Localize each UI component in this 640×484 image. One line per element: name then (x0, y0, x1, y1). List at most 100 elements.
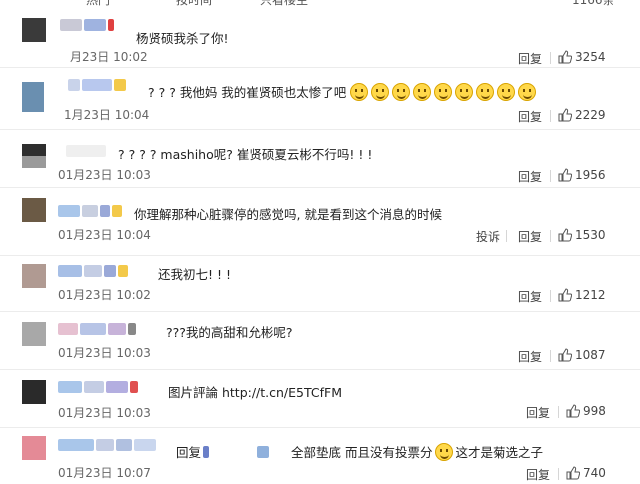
divider (550, 52, 551, 64)
like-count: 1956 (575, 168, 606, 182)
comment-time: 月23日 10:02 (70, 50, 148, 64)
smile-emoji-icon (455, 82, 474, 101)
comment-time: 01月23日 10:07 (58, 466, 151, 480)
mention-blur (257, 445, 270, 458)
reply-prefix: 回复 (176, 445, 202, 460)
divider (558, 406, 559, 418)
smile-emoji-icon (371, 82, 390, 101)
avatar[interactable] (22, 18, 46, 42)
comment-item: ? ? ? 我他妈 我的崔贤硕也太惨了吧 1月23日 10:04 回复 2229 (0, 68, 640, 130)
comment-text-tail: 这才是菊选之子 (455, 445, 544, 460)
username[interactable] (68, 78, 126, 92)
avatar[interactable] (22, 264, 46, 288)
smile-emoji-icon (476, 82, 495, 101)
smile-emoji-icon (413, 82, 432, 101)
divider (558, 468, 559, 480)
like-count: 3254 (575, 50, 606, 64)
comment-tabs: 热门 按时间 只看楼主 1166条 (0, 0, 640, 8)
like-count: 998 (583, 404, 606, 418)
thumbs-up-icon (558, 288, 572, 302)
reply-button[interactable]: 回复 (518, 168, 542, 185)
username[interactable] (66, 144, 106, 158)
like-button[interactable]: 1212 (558, 288, 606, 302)
comment-time: 1月23日 10:04 (64, 108, 150, 122)
avatar[interactable] (22, 144, 46, 168)
thumbs-up-icon (558, 348, 572, 362)
comment-item: 杨贤硕我杀了你! 月23日 10:02 回复 3254 (0, 8, 640, 68)
comment-item: 还我初七! ! ! 01月23日 10:02 回复 1212 (0, 256, 640, 312)
thumbs-up-icon (558, 168, 572, 182)
comment-text-body: ? ? ? 我他妈 我的崔贤硕也太惨了吧 (148, 85, 347, 100)
reply-button[interactable]: 回复 (518, 228, 542, 245)
comment-time: 01月23日 10:03 (58, 406, 151, 420)
reply-button[interactable]: 回复 (518, 348, 542, 365)
username[interactable] (58, 204, 122, 218)
comment-count: 1166条 (572, 0, 615, 7)
like-button[interactable]: 3254 (558, 50, 606, 64)
divider (550, 290, 551, 302)
reply-button[interactable]: 回复 (518, 108, 542, 125)
smile-emoji-icon (497, 82, 516, 101)
like-count: 1212 (575, 288, 606, 302)
tab-realtime[interactable]: 按时间 (176, 0, 212, 8)
mention-blur (203, 445, 210, 458)
avatar[interactable] (22, 436, 46, 460)
comment-text: 你理解那种心脏骤停的感觉吗, 就是看到这个消息的时候 (134, 207, 442, 222)
username[interactable] (58, 264, 128, 278)
thumbs-up-icon (558, 108, 572, 122)
thumbs-up-icon (558, 50, 572, 64)
reply-button[interactable]: 回复 (526, 466, 550, 483)
like-count: 2229 (575, 108, 606, 122)
smile-emoji-icon (518, 82, 537, 101)
comment-time: 01月23日 10:03 (58, 168, 151, 182)
emoji-row (350, 82, 539, 101)
divider (550, 110, 551, 122)
username[interactable] (58, 380, 138, 394)
tab-author[interactable]: 只看楼主 (260, 0, 308, 8)
like-button[interactable]: 1530 (558, 228, 606, 242)
smile-emoji-icon (434, 82, 453, 101)
report-button[interactable]: 投诉 (476, 228, 500, 245)
comment-item: ???我的高甜和允彬呢? 01月23日 10:03 回复 1087 (0, 312, 640, 370)
comment-text: ? ? ? 我他妈 我的崔贤硕也太惨了吧 (148, 82, 539, 101)
comment-item: 回复 全部垫底 而且没有投票分 这才是菊选之子 01月23日 10:07 回复 … (0, 428, 640, 484)
avatar[interactable] (22, 82, 44, 112)
comment-item: 你理解那种心脏骤停的感觉吗, 就是看到这个消息的时候 01月23日 10:04 … (0, 188, 640, 256)
divider (550, 350, 551, 362)
comment-time: 01月23日 10:03 (58, 346, 151, 360)
comment-time: 01月23日 10:02 (58, 288, 151, 302)
smile-emoji-icon (350, 82, 369, 101)
like-button[interactable]: 1956 (558, 168, 606, 182)
comment-text: ? ? ? ? mashiho呢? 崔贤硕夏云彬不行吗! ! ! (118, 147, 373, 162)
divider (506, 230, 507, 242)
like-button[interactable]: 740 (566, 466, 606, 480)
reply-button[interactable]: 回复 (518, 50, 542, 67)
comment-text: 还我初七! ! ! (158, 267, 231, 282)
like-count: 1087 (575, 348, 606, 362)
comment-text: ???我的高甜和允彬呢? (166, 325, 293, 340)
smile-emoji-icon (434, 442, 453, 461)
smile-emoji-icon (392, 82, 411, 101)
thumbs-up-icon (566, 466, 580, 480)
comment-time: 01月23日 10:04 (58, 228, 151, 242)
divider (550, 230, 551, 242)
comment-item: 图片評論 http://t.cn/E5TCfFM 01月23日 10:03 回复… (0, 370, 640, 428)
avatar[interactable] (22, 198, 46, 222)
like-count: 740 (583, 466, 606, 480)
username[interactable] (58, 438, 156, 452)
username[interactable] (58, 322, 136, 336)
comment-text: 回复 全部垫底 而且没有投票分 这才是菊选之子 (176, 442, 543, 461)
reply-button[interactable]: 回复 (518, 288, 542, 305)
comment-text: 杨贤硕我杀了你! (136, 31, 229, 46)
reply-button[interactable]: 回复 (526, 404, 550, 421)
username[interactable] (60, 18, 114, 32)
thumbs-up-icon (558, 228, 572, 242)
comment-text-body: 全部垫底 而且没有投票分 (291, 445, 433, 460)
tab-hot[interactable]: 热门 (86, 0, 110, 8)
avatar[interactable] (22, 380, 46, 404)
like-button[interactable]: 1087 (558, 348, 606, 362)
comment-item: ? ? ? ? mashiho呢? 崔贤硕夏云彬不行吗! ! ! 01月23日 … (0, 130, 640, 188)
avatar[interactable] (22, 322, 46, 346)
like-button[interactable]: 2229 (558, 108, 606, 122)
like-button[interactable]: 998 (566, 404, 606, 418)
